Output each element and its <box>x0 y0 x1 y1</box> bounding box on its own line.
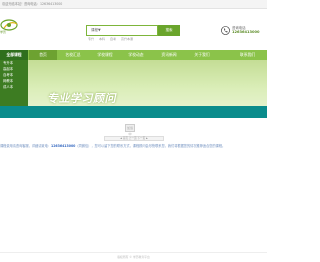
pagination[interactable]: ◄ 首页 上一页 下一页 ► <box>104 136 164 141</box>
greeting-text: 欢迎光临本站！ <box>2 2 25 6</box>
sidebar-item[interactable]: 成人本 <box>0 84 28 90</box>
notice-prefix: 课程费用请咨询客服，详细请致电： <box>0 144 51 148</box>
banner-strip <box>0 106 267 118</box>
hot-keywords: 专升 本科 自考 高升本课 <box>88 37 137 41</box>
loading-indicator: 加载中 <box>125 124 135 136</box>
top-bar: 欢迎光临本站！ 咨询电话： 12636413000 <box>0 0 267 9</box>
notice-text: 课程费用请咨询客服，详细请致电：12636413000（同微信），您可以留下您的… <box>0 143 267 148</box>
search-button[interactable]: 搜索 <box>158 25 180 36</box>
nav-item-about[interactable]: 关于我们 <box>188 50 216 60</box>
all-categories-button[interactable]: 全部课程 <box>0 50 28 60</box>
main-nav: 全部课程 首页 名校汇总 学校课程 学校动态 资讯新闻 关于我们 联系我们 <box>0 50 267 60</box>
phone-label: 咨询电话： <box>24 2 40 6</box>
nav-item-contact[interactable]: 联系我们 <box>228 50 267 60</box>
banner-title: 专业学习顾问 <box>46 92 119 105</box>
footer-divider <box>0 252 267 253</box>
nav-item-schools[interactable]: 名校汇总 <box>59 50 87 60</box>
search-input[interactable]: 课程▼ <box>86 25 158 36</box>
logo-text: 学历 <box>0 30 7 34</box>
notice-suffix: （同微信），您可以留下您的联系方式，课程顾问会尽快联系您，我们将根据您的情况推荐… <box>75 144 226 148</box>
hotword-link[interactable]: 高升本课 <box>121 37 133 41</box>
hotword-link[interactable]: 专升 <box>88 37 94 41</box>
hotword-link[interactable]: 本科 <box>99 37 105 41</box>
notice-phone: 12636413000 <box>51 144 76 148</box>
phone-icon <box>221 26 230 35</box>
phone-number: 12636413000 <box>40 2 63 6</box>
nav-item-courses[interactable]: 学校课程 <box>91 50 119 60</box>
contact-number: 12636413000 <box>232 30 260 34</box>
nav-item-news[interactable]: 资讯新闻 <box>155 50 183 60</box>
nav-item-home[interactable]: 首页 <box>29 50 57 60</box>
footer-text: 版权所有 © 学历教育平台 <box>117 255 150 259</box>
hero-banner[interactable]: 专升本 高起本 自考本 网教本 成人本 专业学习顾问 <box>0 60 267 118</box>
nav-item-news-dynamic[interactable]: 学校动态 <box>122 50 150 60</box>
search-category-select[interactable]: 课程▼ <box>91 26 101 35</box>
hotword-link[interactable]: 自考 <box>110 37 116 41</box>
